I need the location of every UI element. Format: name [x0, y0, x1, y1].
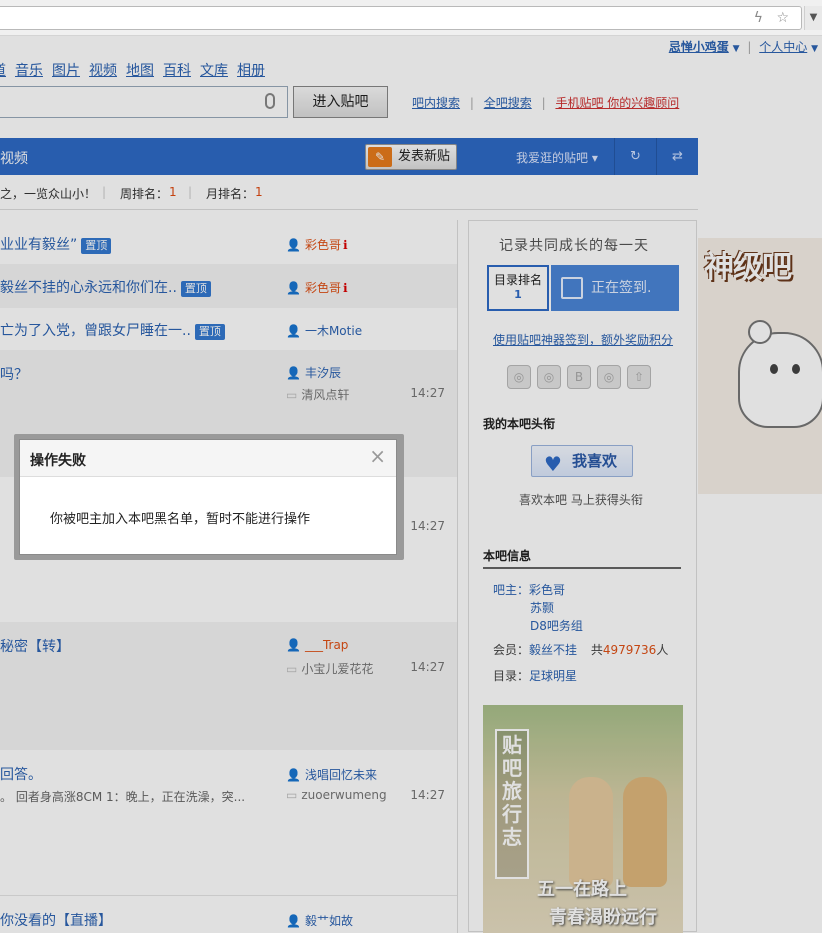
error-dialog: 操作失败 × 你被吧主加入本吧黑名单，暂时不能进行操作 — [19, 439, 397, 555]
lightning-icon[interactable]: ϟ — [754, 10, 763, 26]
dialog-message: 你被吧主加入本吧黑名单，暂时不能进行操作 — [50, 512, 311, 527]
scroll-arrow-icon[interactable]: ▼ — [804, 6, 822, 30]
dialog-title: 操作失败 — [30, 453, 86, 469]
star-icon[interactable]: ☆ — [776, 10, 789, 26]
browser-toolbar: ϟ ☆ ▼ — [0, 0, 822, 36]
close-icon[interactable]: × — [369, 446, 386, 466]
address-bar[interactable]: ϟ ☆ — [0, 6, 802, 30]
dialog-header: 操作失败 × — [20, 440, 396, 477]
